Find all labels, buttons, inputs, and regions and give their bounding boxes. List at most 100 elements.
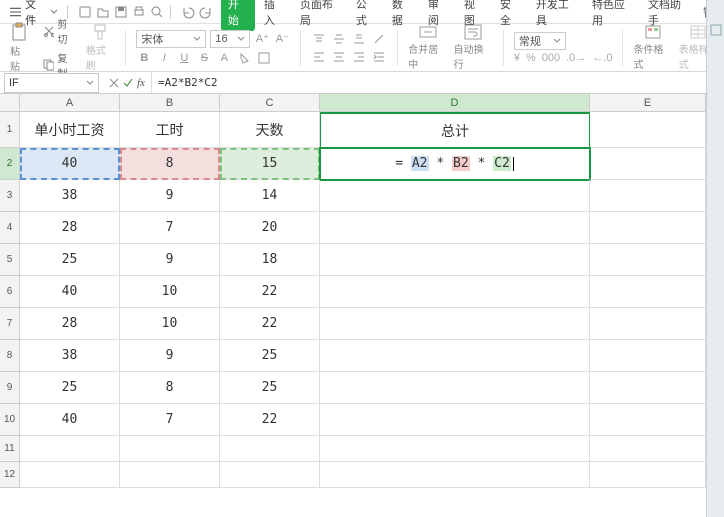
- row-header-5[interactable]: 5: [0, 244, 20, 276]
- align-bottom-icon[interactable]: [351, 31, 367, 47]
- cell-B7[interactable]: 10: [120, 308, 220, 340]
- align-top-icon[interactable]: [311, 31, 327, 47]
- cell-A7[interactable]: 28: [20, 308, 120, 340]
- cell-E2[interactable]: [590, 148, 706, 180]
- merge-center[interactable]: 合并居中: [408, 24, 447, 71]
- cell-B2[interactable]: 8: [120, 148, 220, 180]
- font-size-combo[interactable]: 16: [210, 30, 250, 48]
- cell-B6[interactable]: 10: [120, 276, 220, 308]
- border-icon[interactable]: [256, 50, 272, 66]
- tab-9[interactable]: 特色应用: [585, 0, 639, 31]
- cell-D12[interactable]: [320, 462, 590, 488]
- tab-8[interactable]: 开发工具: [529, 0, 583, 31]
- cell-E6[interactable]: [590, 276, 706, 308]
- cancel-icon[interactable]: [109, 78, 119, 88]
- row-header-1[interactable]: 1: [0, 112, 20, 148]
- font-color-icon[interactable]: A: [216, 50, 232, 66]
- row-header-4[interactable]: 4: [0, 212, 20, 244]
- cell-D4[interactable]: [320, 212, 590, 244]
- cell-E5[interactable]: [590, 244, 706, 276]
- row-header-10[interactable]: 10: [0, 404, 20, 436]
- percent-icon[interactable]: %: [526, 52, 536, 64]
- col-header-D[interactable]: D: [320, 94, 590, 111]
- tab-1[interactable]: 插入: [257, 0, 291, 31]
- cell-C11[interactable]: [220, 436, 320, 462]
- row-header-6[interactable]: 6: [0, 276, 20, 308]
- cell-C6[interactable]: 22: [220, 276, 320, 308]
- tab-0[interactable]: 开始: [221, 0, 255, 31]
- redo-icon[interactable]: [199, 5, 213, 19]
- undo-icon[interactable]: [181, 5, 195, 19]
- cell-C10[interactable]: 22: [220, 404, 320, 436]
- cell-D8[interactable]: [320, 340, 590, 372]
- col-header-A[interactable]: A: [20, 94, 120, 111]
- cells-area[interactable]: 单小时工资工时天数总计40815= A2 * B2 * C23891428720…: [20, 112, 706, 488]
- cell-C9[interactable]: 25: [220, 372, 320, 404]
- col-header-E[interactable]: E: [590, 94, 706, 111]
- cell-D2[interactable]: = A2 * B2 * C2: [320, 148, 590, 180]
- bold-icon[interactable]: B: [136, 50, 152, 66]
- cell-C8[interactable]: 25: [220, 340, 320, 372]
- col-header-B[interactable]: B: [120, 94, 220, 111]
- name-box[interactable]: IF: [4, 73, 99, 93]
- currency-icon[interactable]: ¥: [514, 52, 520, 64]
- row-header-9[interactable]: 9: [0, 372, 20, 404]
- cell-A1[interactable]: 单小时工资: [20, 112, 120, 148]
- cell-E8[interactable]: [590, 340, 706, 372]
- fx-icon[interactable]: fx: [137, 77, 145, 89]
- italic-icon[interactable]: I: [156, 50, 172, 66]
- cell-B8[interactable]: 9: [120, 340, 220, 372]
- row-header-2[interactable]: 2: [0, 148, 20, 180]
- cell-A6[interactable]: 40: [20, 276, 120, 308]
- preview-icon[interactable]: [150, 5, 164, 19]
- strike-icon[interactable]: S: [196, 50, 212, 66]
- cell-A2[interactable]: 40: [20, 148, 120, 180]
- cell-E11[interactable]: [590, 436, 706, 462]
- dec-dec-icon[interactable]: ←.0: [592, 52, 612, 64]
- cell-D9[interactable]: [320, 372, 590, 404]
- cell-C12[interactable]: [220, 462, 320, 488]
- align-right-icon[interactable]: [351, 49, 367, 65]
- cell-B5[interactable]: 9: [120, 244, 220, 276]
- cell-D11[interactable]: [320, 436, 590, 462]
- cell-C3[interactable]: 14: [220, 180, 320, 212]
- orientation-icon[interactable]: [371, 31, 387, 47]
- cell-E10[interactable]: [590, 404, 706, 436]
- cell-B10[interactable]: 7: [120, 404, 220, 436]
- cell-D7[interactable]: [320, 308, 590, 340]
- row-header-7[interactable]: 7: [0, 308, 20, 340]
- conditional-format[interactable]: 条件格式: [633, 24, 672, 71]
- align-middle-icon[interactable]: [331, 31, 347, 47]
- underline-icon[interactable]: U: [176, 50, 192, 66]
- cell-D1[interactable]: 总计: [320, 112, 590, 148]
- select-all-corner[interactable]: [0, 94, 20, 112]
- align-center-icon[interactable]: [331, 49, 347, 65]
- cell-A8[interactable]: 38: [20, 340, 120, 372]
- wrap-text[interactable]: 自动换行: [454, 24, 493, 71]
- cell-B9[interactable]: 8: [120, 372, 220, 404]
- cell-E4[interactable]: [590, 212, 706, 244]
- new-icon[interactable]: [78, 5, 92, 19]
- cell-B11[interactable]: [120, 436, 220, 462]
- row-header-11[interactable]: 11: [0, 436, 20, 462]
- cell-D6[interactable]: [320, 276, 590, 308]
- shrink-font-icon[interactable]: A⁻: [274, 31, 290, 47]
- print-icon[interactable]: [132, 5, 146, 19]
- open-icon[interactable]: [96, 5, 110, 19]
- cell-E12[interactable]: [590, 462, 706, 488]
- cell-B3[interactable]: 9: [120, 180, 220, 212]
- align-left-icon[interactable]: [311, 49, 327, 65]
- cell-D3[interactable]: [320, 180, 590, 212]
- row-header-3[interactable]: 3: [0, 180, 20, 212]
- cell-C4[interactable]: 20: [220, 212, 320, 244]
- cut-button[interactable]: 剪切: [40, 15, 80, 47]
- row-header-8[interactable]: 8: [0, 340, 20, 372]
- number-format-combo[interactable]: 常规: [514, 32, 566, 50]
- cell-B1[interactable]: 工时: [120, 112, 220, 148]
- accept-icon[interactable]: [123, 78, 133, 88]
- tab-3[interactable]: 公式: [349, 0, 383, 31]
- cell-A12[interactable]: [20, 462, 120, 488]
- cell-B12[interactable]: [120, 462, 220, 488]
- comma-icon[interactable]: 000: [542, 52, 560, 64]
- indent-icon[interactable]: [371, 49, 387, 65]
